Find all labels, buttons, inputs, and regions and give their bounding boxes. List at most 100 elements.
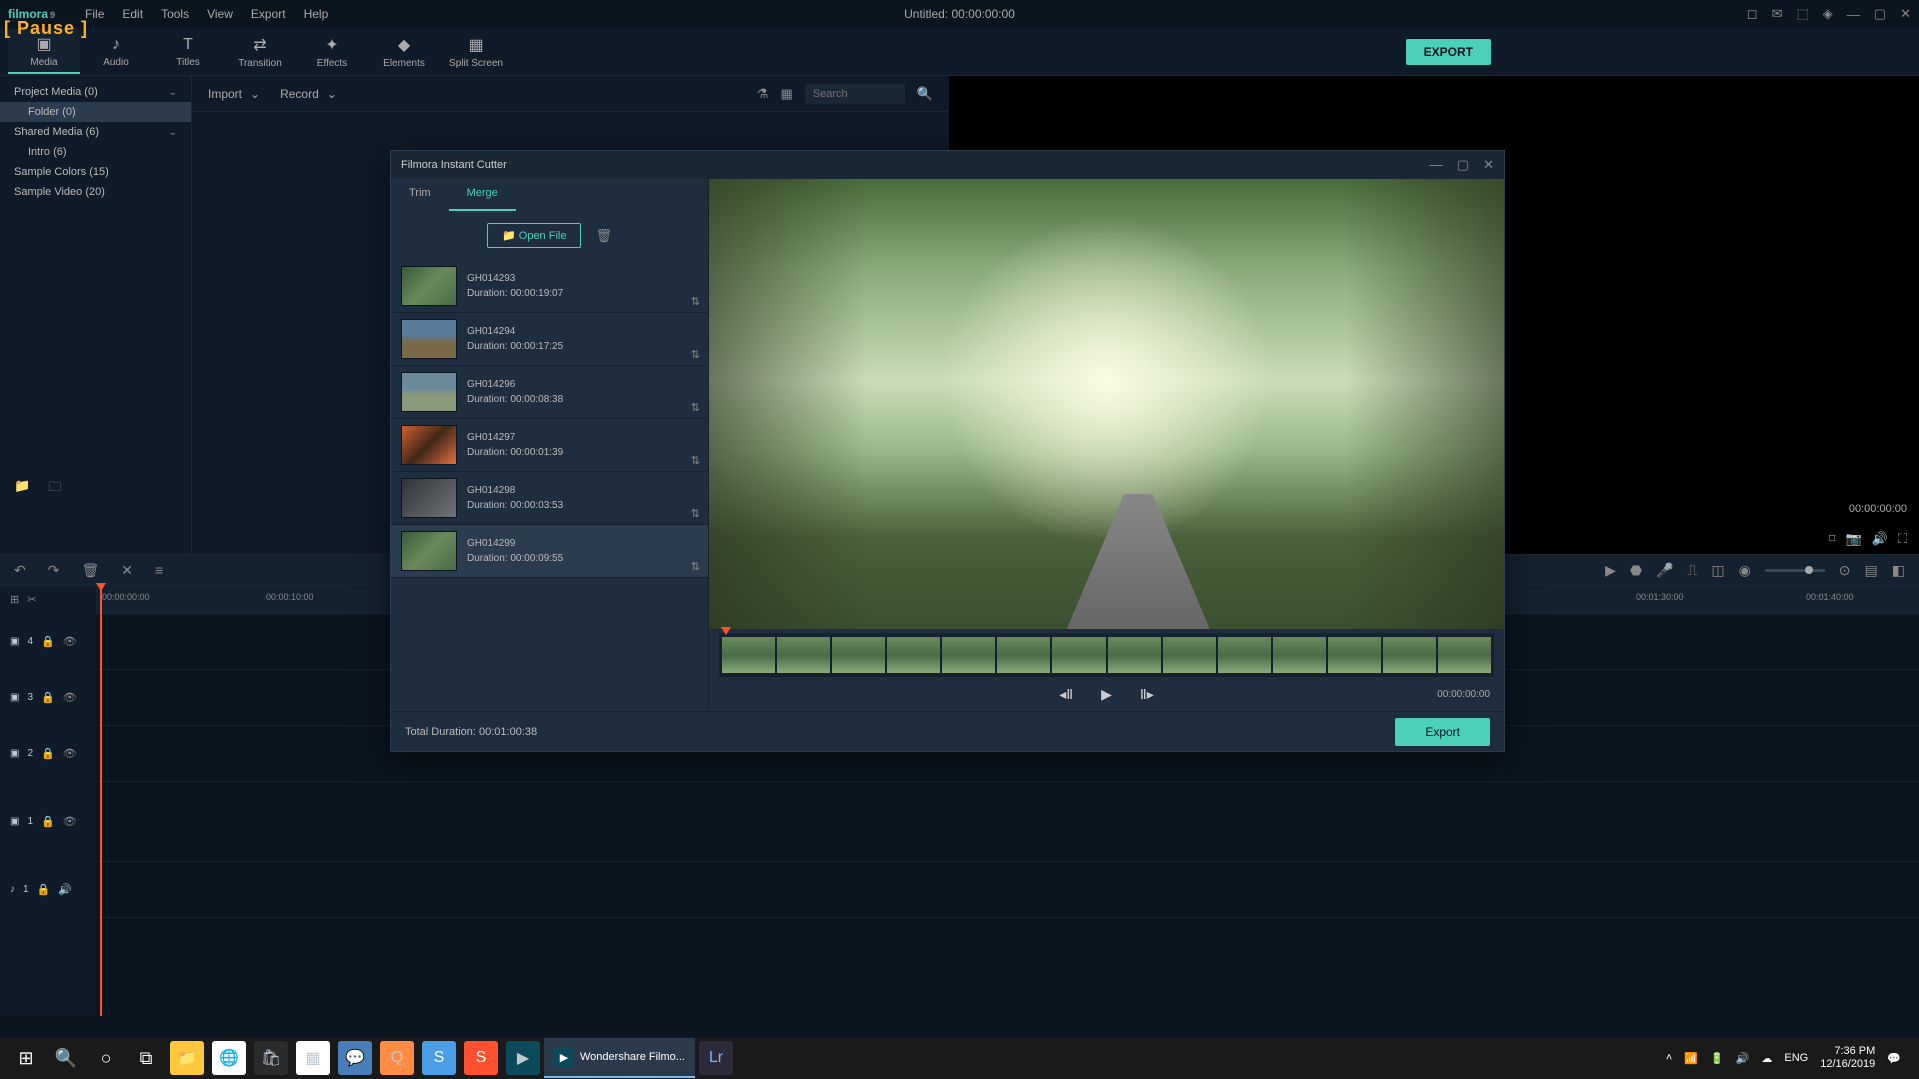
app-icon[interactable]: ▦ (296, 1041, 330, 1075)
scissors-icon[interactable]: ✂ (27, 593, 36, 606)
search-input[interactable] (805, 84, 905, 104)
settings-icon[interactable]: ◈ (1823, 6, 1833, 22)
explorer-icon[interactable]: 📁 (170, 1041, 204, 1075)
taskbar-clock[interactable]: 7:36 PM 12/16/2019 (1820, 1045, 1875, 1071)
new-folder-icon[interactable]: 🗀 (48, 478, 61, 494)
export-button[interactable]: EXPORT (1406, 39, 1491, 65)
clip-item[interactable]: GH014294Duration: 00:00:17:25⇅ (391, 313, 708, 366)
fullscreen-icon[interactable]: ⛶ (1898, 531, 1907, 547)
clip-item[interactable]: GH014293Duration: 00:00:19:07⇅ (391, 260, 708, 313)
tree-sample-colors[interactable]: Sample Colors (15) (0, 162, 191, 182)
notifications-icon[interactable]: 💬 (1887, 1052, 1901, 1065)
cutter-export-button[interactable]: Export (1395, 718, 1490, 746)
delete-icon[interactable]: 🗑 (595, 228, 612, 244)
track-row[interactable] (96, 862, 1919, 918)
zoom-fit-icon[interactable]: ⊙ (1839, 562, 1851, 579)
cutter-filmstrip[interactable] (719, 633, 1494, 677)
start-button[interactable]: ⊞ (6, 1038, 46, 1078)
lock-icon[interactable]: 🔒 (37, 883, 51, 896)
app-icon[interactable]: S (464, 1041, 498, 1075)
filter-icon[interactable]: ⚗ (757, 86, 769, 102)
menu-tools[interactable]: Tools (161, 7, 189, 21)
wifi-icon[interactable]: 📶 (1684, 1052, 1698, 1065)
menu-export[interactable]: Export (251, 7, 286, 21)
record-dropdown[interactable]: Record⌄ (280, 87, 337, 101)
app-icon[interactable]: S (422, 1041, 456, 1075)
track-add-icon[interactable]: ⊞ (10, 593, 19, 606)
sort-icon[interactable]: ⇅ (691, 401, 700, 414)
battery-icon[interactable]: 🔋 (1710, 1052, 1724, 1065)
voiceover-icon[interactable]: 🎤 (1656, 562, 1673, 579)
track-head-2[interactable]: ▣ 2 🔒👁 (0, 726, 96, 782)
volume-icon[interactable]: 🔊 (1872, 531, 1888, 547)
menu-edit[interactable]: Edit (122, 7, 143, 21)
app-icon[interactable]: Q (380, 1041, 414, 1075)
strip-playhead[interactable] (721, 627, 731, 635)
manage-icon[interactable]: ▤ (1865, 562, 1878, 579)
tree-folder[interactable]: Folder (0) (0, 102, 191, 122)
edit-icon[interactable]: ≡ (155, 562, 163, 578)
options-icon[interactable]: ◧ (1892, 562, 1905, 579)
delete-icon[interactable]: 🗑 (81, 562, 99, 579)
volume-icon[interactable]: 🔊 (1736, 1052, 1750, 1065)
tree-sample-video[interactable]: Sample Video (20) (0, 182, 191, 202)
play-button[interactable]: ▶ (1101, 686, 1112, 703)
sort-icon[interactable]: ⇅ (691, 560, 700, 573)
dialog-titlebar[interactable]: Filmora Instant Cutter — ▢ ✕ (391, 151, 1504, 179)
cut-icon[interactable]: ✕ (121, 562, 133, 579)
tree-intro[interactable]: Intro (6) (0, 142, 191, 162)
maximize-icon[interactable]: ▢ (1457, 157, 1469, 173)
language-indicator[interactable]: ENG (1784, 1052, 1808, 1064)
mixer-icon[interactable]: ⎍ (1688, 562, 1698, 579)
track-head-audio-1[interactable]: ♪ 1 🔒🔊 (0, 862, 96, 918)
tab-elements[interactable]: ◆Elements (368, 31, 440, 73)
zoom-slider[interactable] (1765, 569, 1825, 572)
prev-button[interactable]: ◂Ⅱ (1059, 686, 1073, 703)
marker-icon[interactable]: ⬣ (1630, 562, 1642, 579)
tab-split-screen[interactable]: ▦Split Screen (440, 31, 512, 73)
open-file-button[interactable]: 📁 Open File (487, 223, 581, 248)
track-head-3[interactable]: ▣ 3 🔒👁 (0, 670, 96, 726)
lock-icon[interactable]: 🔒 (41, 691, 55, 704)
clip-item[interactable]: GH014296Duration: 00:00:08:38⇅ (391, 366, 708, 419)
clip-item[interactable]: GH014298Duration: 00:00:03:53⇅ (391, 472, 708, 525)
minimize-icon[interactable]: — (1847, 7, 1860, 22)
tab-titles[interactable]: TTitles (152, 32, 224, 72)
track-head-1[interactable]: ▣ 1 🔒👁 (0, 782, 96, 862)
onedrive-icon[interactable]: ☁ (1761, 1052, 1772, 1065)
notify-icon[interactable]: ⬚ (1797, 6, 1809, 22)
track-head-4[interactable]: ▣ 4 🔒👁 (0, 614, 96, 670)
tab-effects[interactable]: ✦Effects (296, 31, 368, 73)
playhead[interactable] (100, 586, 102, 1016)
menu-help[interactable]: Help (304, 7, 329, 21)
snapshot-icon[interactable]: 📷 (1846, 531, 1862, 547)
eye-icon[interactable]: 👁 (63, 691, 77, 704)
app-icon[interactable]: ▶ (506, 1041, 540, 1075)
minimize-icon[interactable]: — (1430, 157, 1443, 173)
menu-view[interactable]: View (207, 7, 233, 21)
search-icon[interactable]: 🔍 (46, 1038, 86, 1078)
tab-merge[interactable]: Merge (449, 179, 516, 211)
cortana-icon[interactable]: ○ (86, 1038, 126, 1078)
sort-icon[interactable]: ⇅ (691, 295, 700, 308)
next-button[interactable]: Ⅱ▸ (1140, 686, 1154, 703)
store-icon[interactable]: 🛍 (254, 1041, 288, 1075)
play-icon[interactable]: ▶ (1605, 562, 1616, 579)
render-icon[interactable]: ◉ (1739, 562, 1751, 579)
sort-icon[interactable]: ⇅ (691, 507, 700, 520)
undo-icon[interactable]: ↶ (14, 562, 26, 579)
tree-project-media[interactable]: Project Media (0)⌄ (0, 82, 191, 102)
lock-icon[interactable]: 🔒 (41, 815, 55, 828)
eye-icon[interactable]: 👁 (63, 635, 77, 648)
message-icon[interactable]: ✉ (1772, 6, 1783, 22)
sort-icon[interactable]: ⇅ (691, 348, 700, 361)
tab-transition[interactable]: ⇄Transition (224, 31, 296, 73)
clip-item[interactable]: GH014297Duration: 00:00:01:39⇅ (391, 419, 708, 472)
eye-icon[interactable]: 👁 (63, 815, 77, 828)
eye-icon[interactable]: 👁 (63, 747, 77, 760)
close-icon[interactable]: ✕ (1483, 157, 1494, 173)
taskbar-active-app[interactable]: ▶ Wondershare Filmo... (544, 1038, 695, 1078)
close-icon[interactable]: ✕ (1900, 6, 1911, 22)
tree-shared-media[interactable]: Shared Media (6)⌄ (0, 122, 191, 142)
import-dropdown[interactable]: Import⌄ (208, 87, 260, 101)
